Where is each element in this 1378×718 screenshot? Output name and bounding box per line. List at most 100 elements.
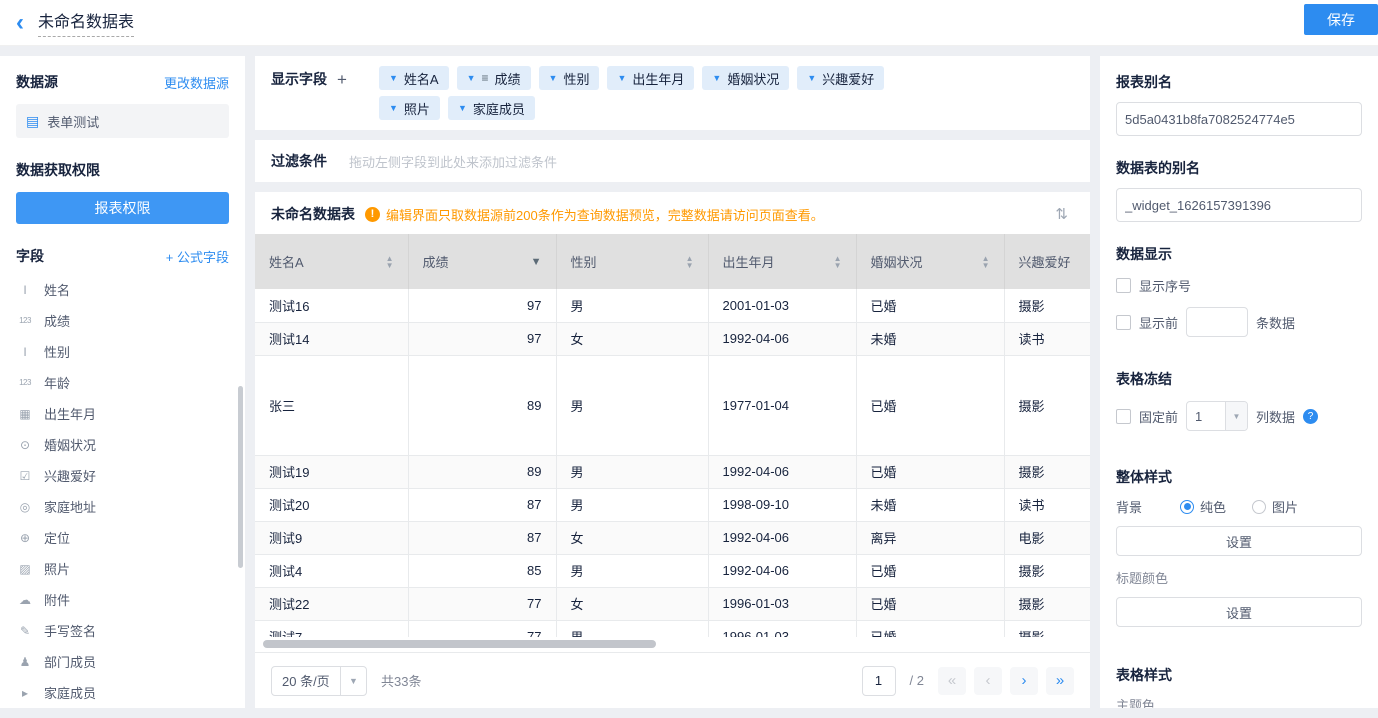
table-cell: 离异 [856,521,1004,554]
formula-field-link[interactable]: + 公式字段 [166,247,229,266]
left-sidebar: 数据源 更改数据源 ▤ 表单测试 数据获取权限 报表权限 字段 + 公式字段 I… [0,56,245,708]
field-item[interactable]: ⊕定位 [16,522,229,553]
field-item[interactable]: ♟部门成员 [16,646,229,677]
chevron-down-icon[interactable]: ▼ [1225,402,1247,430]
attachment-icon: ☁ [16,593,34,607]
save-button[interactable]: 保存 [1304,4,1378,35]
filter-dropzone[interactable]: 拖动左侧字段到此处来添加过滤条件 [349,152,557,171]
page-size-select[interactable]: 20 条/页 ▼ [271,666,367,696]
display-field-chip[interactable]: ▼出生年月 [607,66,694,90]
back-icon[interactable]: ‹ [16,11,24,35]
sort-icon[interactable]: ▲▼ [686,255,694,269]
report-alias-input[interactable] [1116,102,1362,136]
chevron-down-icon[interactable]: ▼ [467,73,476,83]
sidebar-scrollbar[interactable] [238,386,243,568]
display-field-chip[interactable]: ▼性别 [539,66,600,90]
chevron-down-icon[interactable]: ▼ [712,73,721,83]
table-row[interactable]: 测试1989男1992-04-06已婚摄影 [255,455,1090,488]
table-row[interactable]: 测试2277女1996-01-03已婚摄影 [255,587,1090,620]
show-first-checkbox[interactable] [1116,315,1131,330]
table-row[interactable]: 测试485男1992-04-06已婚摄影 [255,554,1090,587]
table-cell: 测试7 [255,620,408,637]
address-icon: ◎ [16,500,34,514]
column-header[interactable]: 婚姻状况▲▼ [856,234,1004,289]
field-item[interactable]: ✎手写签名 [16,615,229,646]
current-page-input[interactable]: 1 [862,666,896,696]
chevron-down-icon[interactable]: ▼ [458,103,467,113]
title-color-set-button[interactable]: 设置 [1116,597,1362,627]
column-header[interactable]: 出生年月▲▼ [708,234,856,289]
column-header[interactable]: 兴趣爱好▲▼ [1004,234,1090,289]
radio-unselected-icon[interactable] [1252,500,1266,514]
field-item[interactable]: ▸家庭成员 [16,677,229,708]
field-item[interactable]: ☁附件 [16,584,229,615]
table-row[interactable]: 测试777男1996-01-03已婚摄影 [255,620,1090,637]
sort-order-icon[interactable]: ⇅ [1055,205,1068,223]
table-row[interactable]: 测试987女1992-04-06离异电影 [255,521,1090,554]
chevron-down-icon[interactable]: ▼ [389,103,398,113]
table-cell: 已婚 [856,587,1004,620]
table-row[interactable]: 测试1497女1992-04-06未婚读书 [255,322,1090,355]
freeze-count-stepper[interactable]: 1 ▼ [1186,401,1248,431]
number-field-icon: 123 [16,378,34,387]
table-row[interactable]: 张三89男1977-01-04已婚摄影 [255,355,1090,455]
freeze-suffix: 列数据 [1256,407,1295,426]
chevron-down-icon[interactable]: ▼ [807,73,816,83]
display-field-chip[interactable]: ▼婚姻状况 [702,66,789,90]
chevron-down-icon[interactable]: ▼ [340,667,366,695]
table-cell: 测试20 [255,488,408,521]
display-field-chip[interactable]: ▼照片 [379,96,440,120]
background-solid-option[interactable]: 纯色 [1180,497,1226,516]
sort-icon[interactable]: ▲▼ [386,255,394,269]
display-field-chip[interactable]: ▼兴趣爱好 [797,66,884,90]
table-cell: 摄影 [1004,289,1090,322]
field-item[interactable]: I性别 [16,336,229,367]
chevron-down-icon[interactable]: ▼ [389,73,398,83]
sort-desc-icon[interactable]: ▼ [531,256,542,268]
last-page-icon[interactable]: » [1046,667,1074,695]
form-icon: ▤ [26,113,39,130]
field-item[interactable]: I姓名 [16,274,229,305]
chevron-down-icon[interactable]: ▼ [617,73,626,83]
horizontal-scrollbar[interactable] [263,638,1082,651]
field-item[interactable]: ◎ 家庭地址 [16,491,229,522]
report-permission-button[interactable]: 报表权限 [16,192,229,224]
help-icon[interactable]: ? [1303,409,1318,424]
column-header[interactable]: 姓名A▲▼ [255,234,408,289]
table-cell: 摄影 [1004,455,1090,488]
table-row[interactable]: 测试1697男2001-01-03已婚摄影 [255,289,1090,322]
radio-field-icon: ⊙ [16,438,34,452]
datasource-item[interactable]: ▤ 表单测试 [16,104,229,138]
field-item[interactable]: 123年龄 [16,367,229,398]
page-title[interactable]: 未命名数据表 [38,8,134,37]
background-image-option[interactable]: 图片 [1252,497,1298,516]
scrollbar-thumb[interactable] [263,640,656,648]
background-set-button[interactable]: 设置 [1116,526,1362,556]
sort-icon[interactable]: ▲▼ [834,255,842,269]
field-item[interactable]: ▦出生年月 [16,398,229,429]
field-item[interactable]: ☑兴趣爱好 [16,460,229,491]
show-index-checkbox[interactable] [1116,278,1131,293]
prev-page-icon[interactable]: ‹ [974,667,1002,695]
column-header[interactable]: 性别▲▼ [556,234,708,289]
field-item[interactable]: 123成绩 [16,305,229,336]
field-item[interactable]: ⊙婚姻状况 [16,429,229,460]
first-page-icon[interactable]: « [938,667,966,695]
column-header[interactable]: 成绩▼ [408,234,556,289]
chevron-down-icon[interactable]: ▼ [549,73,558,83]
change-datasource-link[interactable]: 更改数据源 [164,73,229,92]
table-row[interactable]: 测试2087男1998-09-10未婚读书 [255,488,1090,521]
field-item[interactable]: ▨照片 [16,553,229,584]
table-title: 未命名数据表 [271,204,355,224]
sort-icon[interactable]: ▲▼ [982,255,990,269]
table-alias-input[interactable] [1116,188,1362,222]
display-field-chip[interactable]: ▼≡成绩 [457,66,531,90]
show-first-count-input[interactable] [1186,307,1248,337]
next-page-icon[interactable]: › [1010,667,1038,695]
field-label: 家庭地址 [44,497,96,516]
display-field-chip[interactable]: ▼家庭成员 [448,96,535,120]
display-field-chip[interactable]: ▼姓名A [379,66,449,90]
radio-selected-icon[interactable] [1180,500,1194,514]
freeze-checkbox[interactable] [1116,409,1131,424]
add-display-field-button[interactable]: + [337,71,347,88]
